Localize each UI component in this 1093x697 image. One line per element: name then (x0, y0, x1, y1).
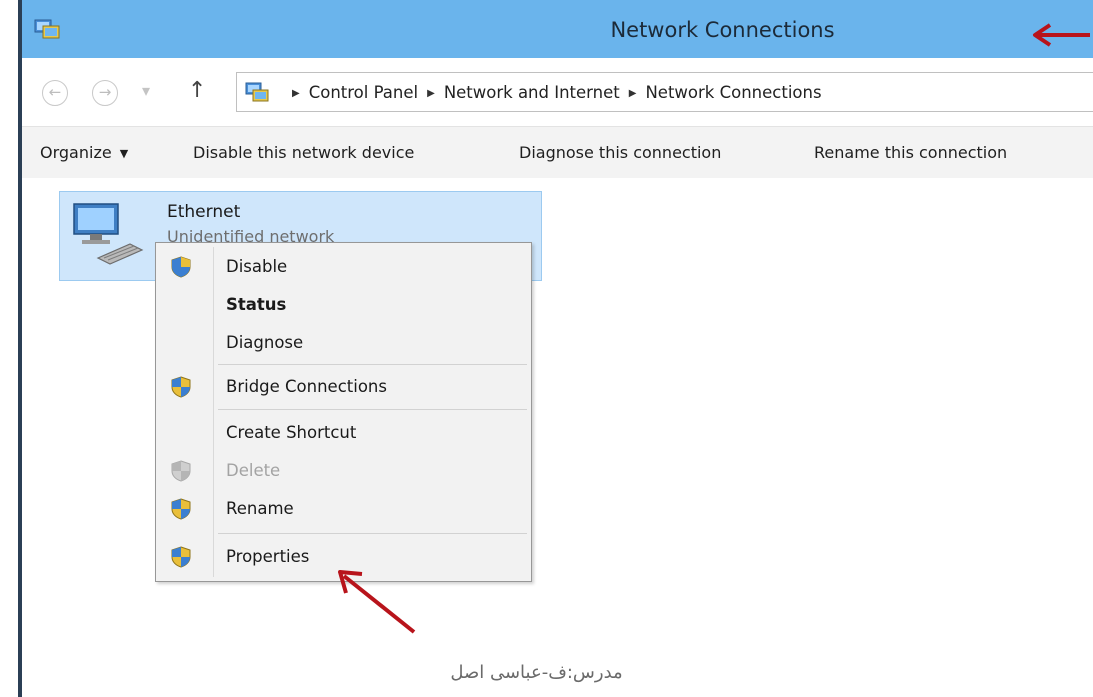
annotation-arrow (338, 570, 416, 634)
menu-item-label: Create Shortcut (226, 423, 357, 442)
uac-shield-icon (171, 460, 191, 482)
menu-item-label: Disable (226, 257, 288, 276)
uac-shield-icon (171, 376, 191, 398)
ethernet-adapter-icon (73, 203, 144, 265)
breadcrumb-network-and-internet[interactable]: Network and Internet (444, 83, 620, 102)
menu-item-disable[interactable]: Disable (156, 249, 531, 285)
watermark-caption: مدرس:ف-عباسی اصل (450, 662, 623, 683)
menu-item-label: Diagnose (226, 333, 304, 352)
uac-shield-icon (171, 546, 191, 568)
back-arrow-icon[interactable]: ← (42, 80, 68, 106)
menu-item-diagnose[interactable]: Diagnose (156, 325, 531, 361)
forward-arrow-icon[interactable]: → (92, 80, 118, 106)
chevron-down-icon[interactable]: ▾ (142, 81, 150, 100)
breadcrumb-network-connections[interactable]: Network Connections (645, 83, 821, 102)
uac-shield-icon (171, 256, 191, 278)
uac-shield-icon (171, 498, 191, 520)
menu-separator (218, 364, 527, 365)
breadcrumb-control-panel[interactable]: Control Panel (309, 83, 418, 102)
menu-separator (218, 533, 527, 534)
menu-item-label: Rename (226, 499, 294, 518)
menu-item-bridge-connections[interactable]: Bridge Connections (156, 369, 531, 405)
command-bar: Organize ▼ Disable this network device Di… (22, 126, 1093, 178)
chevron-right-icon[interactable]: ▶ (427, 88, 435, 99)
disable-device-button[interactable]: Disable this network device (193, 143, 414, 162)
context-menu: Disable Status Diagnose Bridge Connectio… (155, 242, 532, 582)
menu-separator (218, 409, 527, 410)
menu-item-delete: Delete (156, 453, 531, 489)
chevron-down-icon: ▼ (119, 147, 129, 160)
address-bar[interactable]: ▶ Control Panel ▶ Network and Internet ▶ Netw… (236, 72, 1093, 112)
menu-item-label: Delete (226, 461, 281, 480)
navigation-bar: ← → ▾ ↑ ▶ Control Panel ▶ Network and Inter… (22, 58, 1093, 126)
organize-label: Organize (40, 143, 112, 162)
menu-item-label: Properties (226, 547, 310, 566)
menu-item-rename[interactable]: Rename (156, 491, 531, 527)
diagnose-connection-button[interactable]: Diagnose this connection (519, 143, 721, 162)
annotation-arrow (1033, 23, 1090, 47)
chevron-right-icon[interactable]: ▶ (629, 88, 637, 99)
organize-button[interactable]: Organize ▼ (40, 143, 128, 162)
connection-name: Ethernet (167, 202, 241, 222)
menu-item-label: Status (226, 295, 287, 314)
menu-item-create-shortcut[interactable]: Create Shortcut (156, 415, 531, 451)
chevron-right-icon[interactable]: ▶ (292, 88, 300, 99)
control-panel-icon (245, 82, 269, 102)
title-bar[interactable]: Network Connections (22, 0, 1093, 58)
window-title: Network Connections (610, 18, 835, 42)
explorer-window: Network Connections ← → ▾ ↑ ▶ Control Pan… (18, 0, 1093, 697)
up-arrow-icon[interactable]: ↑ (188, 78, 206, 103)
breadcrumb: ▶ Control Panel ▶ Network and Internet ▶ Netw… (283, 83, 822, 102)
menu-item-label: Bridge Connections (226, 377, 387, 396)
menu-item-status[interactable]: Status (156, 287, 531, 323)
rename-connection-button[interactable]: Rename this connection (814, 143, 1007, 162)
